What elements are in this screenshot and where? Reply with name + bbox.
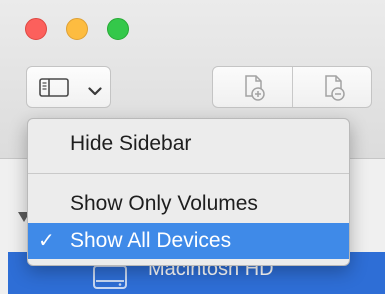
menu-item-label: Show Only Volumes — [70, 192, 258, 215]
volume-segmented-control — [212, 66, 372, 108]
remove-volume-button[interactable] — [291, 67, 372, 107]
minimize-window-button[interactable] — [66, 18, 88, 40]
menu-item-label: Show All Devices — [70, 229, 232, 252]
chevron-down-icon — [88, 83, 102, 101]
menu-item-show-only-volumes[interactable]: Show Only Volumes — [28, 186, 349, 222]
sidebar-view-button[interactable] — [26, 66, 111, 108]
close-window-button[interactable] — [25, 18, 47, 40]
sidebar-icon — [39, 78, 69, 102]
disk-utility-window: Macintosh HD Hide Sidebar Show Only Volu… — [0, 0, 385, 294]
menu-item-show-all-devices[interactable]: ✓ Show All Devices — [28, 223, 349, 259]
sidebar-view-menu: Hide Sidebar Show Only Volumes ✓ Show Al… — [27, 118, 350, 266]
menu-item-hide-sidebar[interactable]: Hide Sidebar — [28, 126, 349, 162]
menu-separator — [28, 173, 349, 174]
zoom-window-button[interactable] — [107, 18, 129, 40]
menu-item-label: Hide Sidebar — [70, 132, 192, 155]
add-volume-button[interactable] — [213, 67, 292, 107]
checkmark-icon: ✓ — [38, 230, 55, 252]
